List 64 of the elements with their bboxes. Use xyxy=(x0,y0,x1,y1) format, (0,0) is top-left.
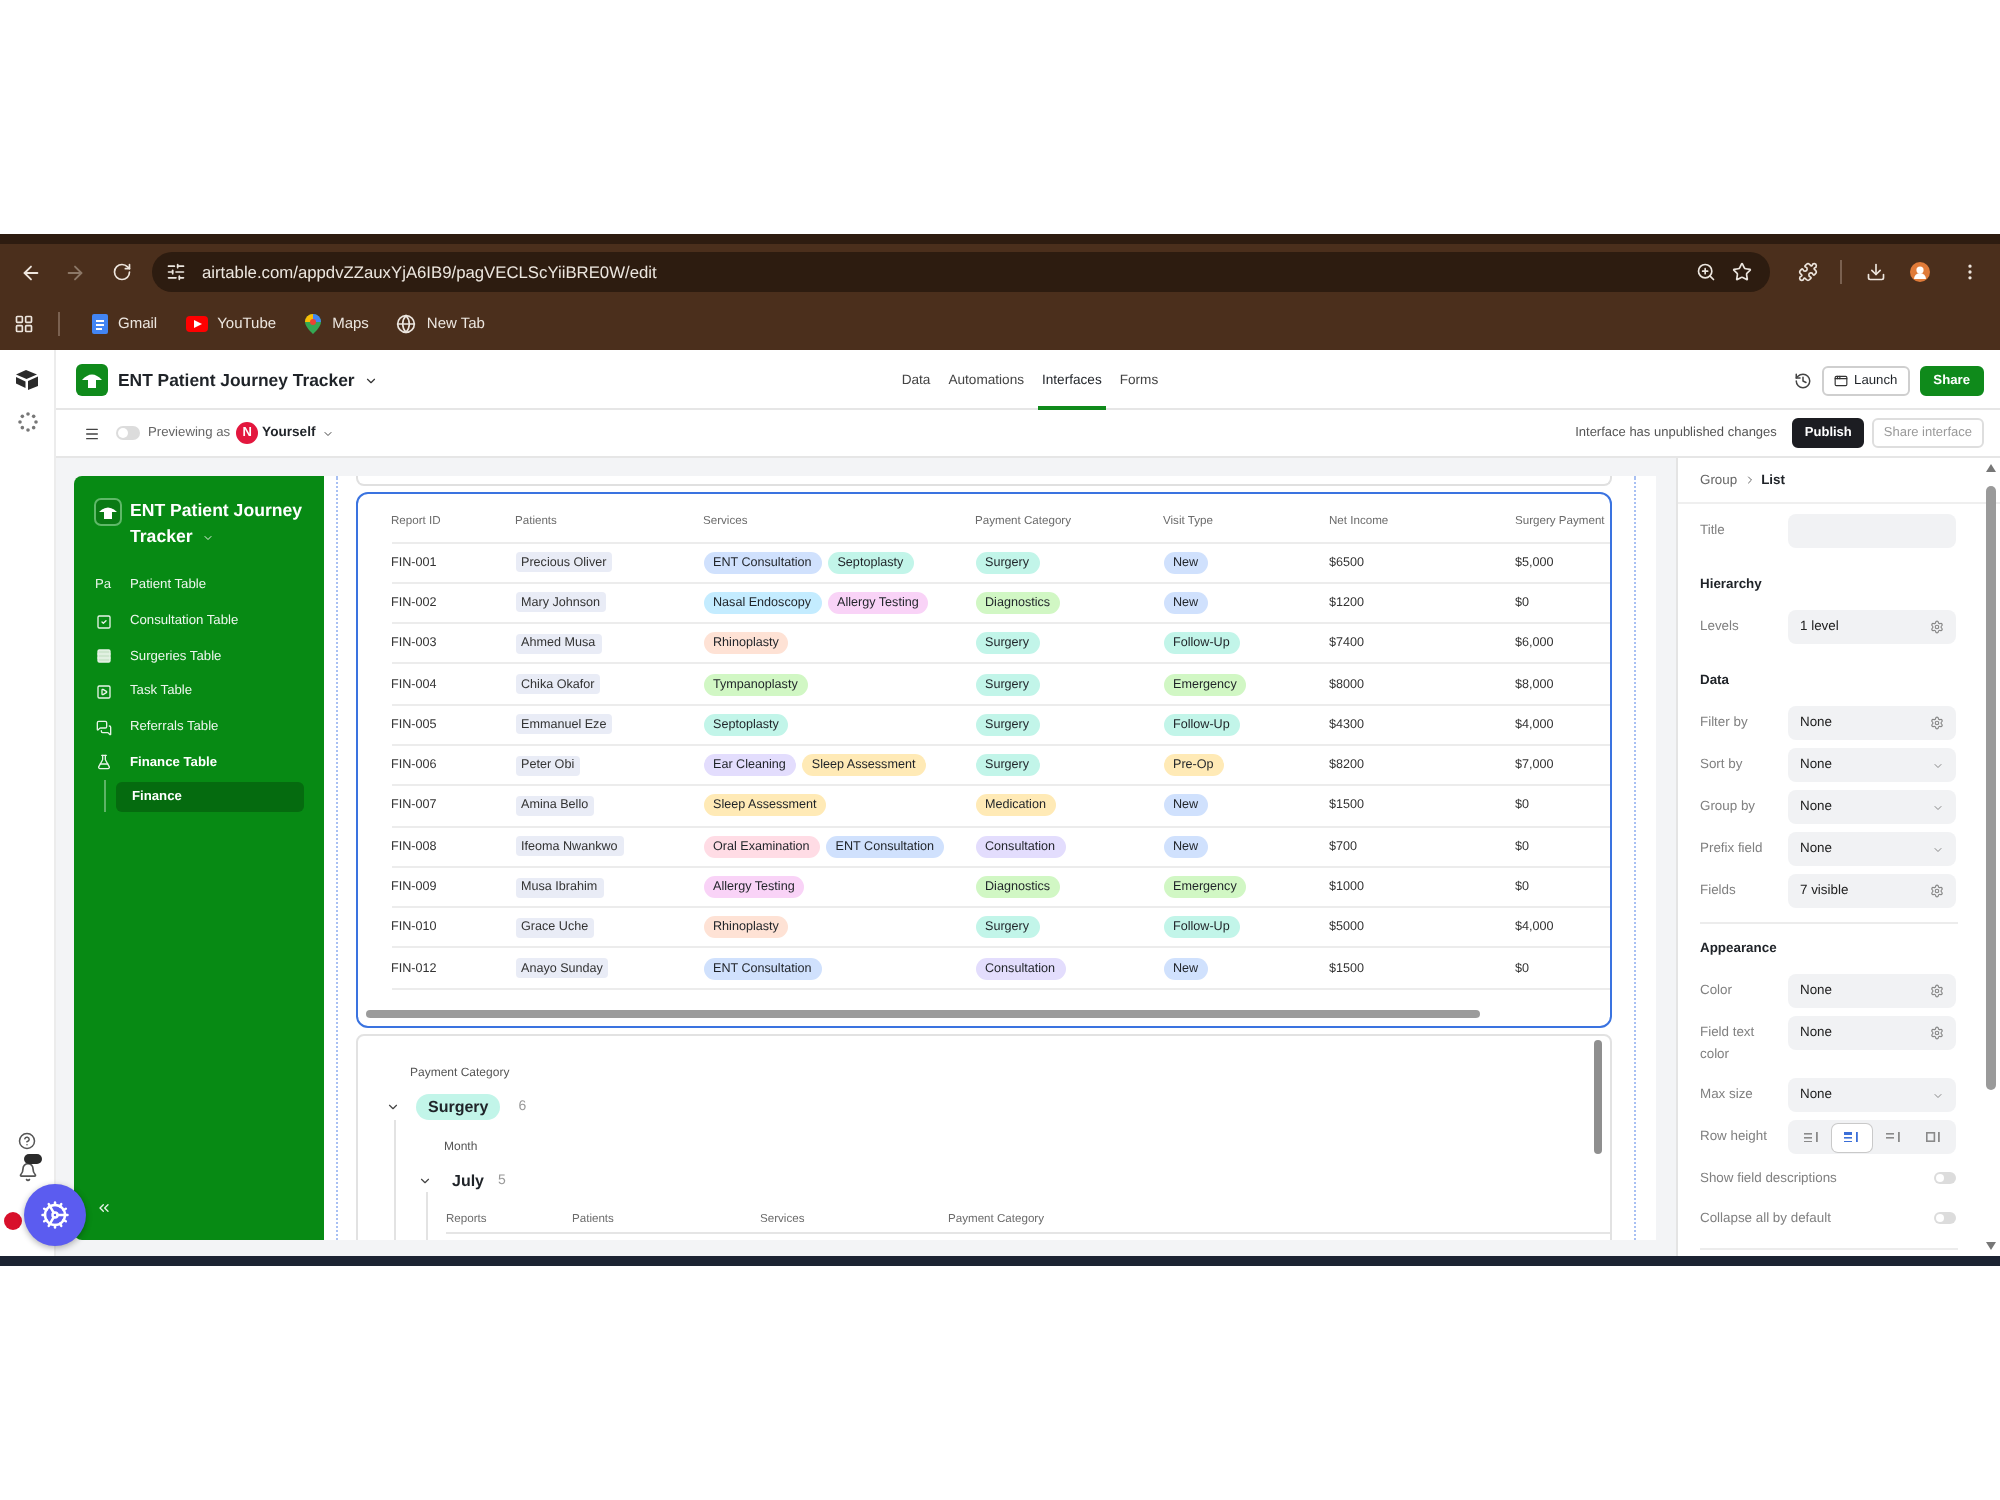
app-logo-icon[interactable] xyxy=(94,498,122,526)
settings-icon xyxy=(1930,716,1944,730)
forward-icon[interactable] xyxy=(63,261,85,283)
settings-icon xyxy=(1930,1026,1944,1040)
subgroup-title: July xyxy=(452,1171,485,1189)
settings-icon xyxy=(1930,620,1944,634)
zoom-icon[interactable] xyxy=(1696,262,1716,282)
app-logo-icon[interactable] xyxy=(76,364,108,396)
lines-icon xyxy=(1885,1132,1900,1142)
flask-icon xyxy=(95,754,111,771)
square-play-icon xyxy=(95,683,111,700)
sidebar-title[interactable]: ENT Patient Journey Tracker xyxy=(130,498,312,550)
chevron-down-icon xyxy=(1932,843,1944,855)
toggle-switch[interactable] xyxy=(116,426,140,440)
chevron-down-icon xyxy=(1932,801,1944,813)
gear-icon xyxy=(40,1200,70,1230)
notification-badge-icon xyxy=(23,1154,41,1164)
scroll-down-icon[interactable] xyxy=(1986,1242,1996,1250)
bell-icon[interactable] xyxy=(17,1162,37,1182)
globe-icon xyxy=(396,313,417,333)
chevron-down-icon xyxy=(1932,1089,1944,1101)
box-logo-icon[interactable] xyxy=(16,370,38,390)
profile-icon[interactable] xyxy=(1910,262,1930,282)
window-icon xyxy=(1834,373,1849,387)
row-height-option[interactable] xyxy=(1832,1123,1871,1151)
caret-icon[interactable] xyxy=(418,1173,432,1187)
scroll-up-icon[interactable] xyxy=(1986,464,1996,472)
settings-icon xyxy=(1930,984,1944,998)
rows-icon xyxy=(95,648,111,665)
group-tag: Surgery xyxy=(416,1093,501,1119)
box-lines-icon xyxy=(1926,1132,1941,1142)
lines-icon xyxy=(1803,1132,1818,1142)
back-icon[interactable] xyxy=(19,261,41,283)
site-settings-icon[interactable] xyxy=(166,262,186,282)
star-icon[interactable] xyxy=(1732,262,1752,282)
toggle-switch[interactable] xyxy=(1934,1172,1956,1184)
app-title[interactable]: ENT Patient Journey Tracker xyxy=(118,370,355,390)
chevron-down-icon xyxy=(1932,759,1944,771)
settings-icon xyxy=(1930,884,1944,898)
address-bar[interactable]: airtable.com/appdvZZauxYjA6IB9/pagVECLScYiiBRE0W/edit xyxy=(152,252,1770,292)
extensions-icon[interactable] xyxy=(1798,262,1818,282)
chat-icon xyxy=(95,719,111,736)
collapse-icon[interactable] xyxy=(96,1200,112,1216)
download-icon[interactable] xyxy=(1866,262,1886,282)
assistant-button[interactable] xyxy=(24,1184,86,1246)
lines-icon xyxy=(1844,1132,1859,1142)
map-pin-icon xyxy=(304,313,323,333)
history-icon[interactable] xyxy=(1794,371,1813,389)
caret-icon[interactable] xyxy=(386,1099,400,1113)
scrollbar-thumb[interactable] xyxy=(1986,486,1996,1090)
scrollbar-thumb[interactable] xyxy=(365,1009,1479,1017)
checkbox-icon xyxy=(95,613,111,630)
menu-icon[interactable] xyxy=(84,425,100,441)
caret-icon[interactable] xyxy=(364,373,379,387)
play-icon xyxy=(185,315,208,331)
apps-icon[interactable] xyxy=(14,313,34,333)
toggle-switch[interactable] xyxy=(1934,1212,1956,1224)
reload-icon[interactable] xyxy=(112,262,132,282)
document-icon xyxy=(92,313,108,333)
scrollbar-thumb[interactable] xyxy=(1594,1040,1602,1154)
avatar-icon[interactable] xyxy=(4,1212,22,1230)
chevron-right-icon xyxy=(1743,474,1756,486)
help-icon[interactable] xyxy=(18,1132,36,1150)
loading-spinner-icon xyxy=(17,412,37,432)
